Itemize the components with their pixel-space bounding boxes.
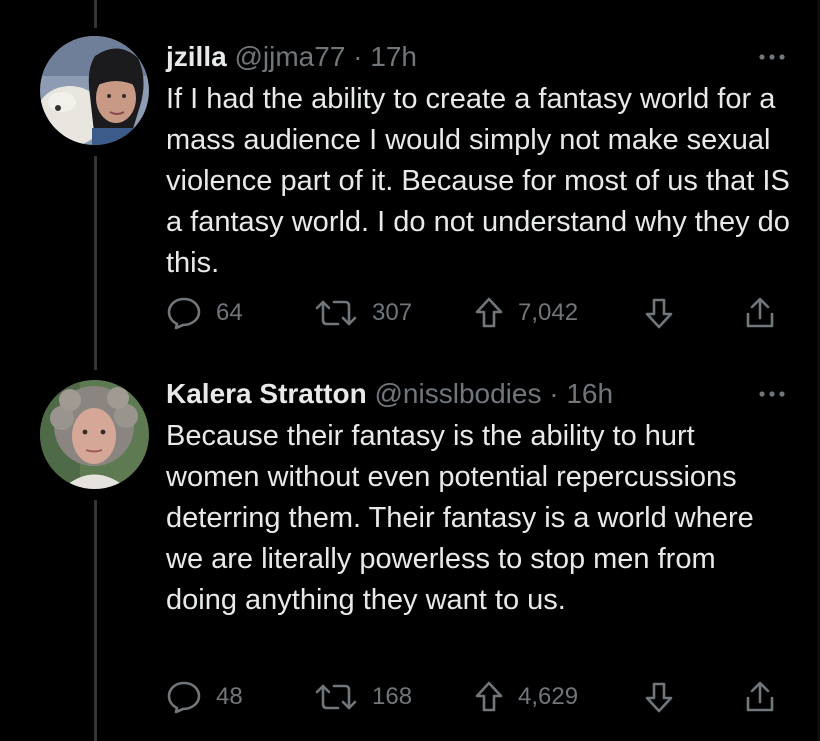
handle[interactable]: @jjma77	[234, 41, 345, 72]
timestamp[interactable]: 17h	[370, 41, 417, 72]
downvote-icon	[645, 682, 673, 713]
action-bar: 64 307 7,042	[166, 296, 776, 330]
share-button[interactable]	[744, 680, 776, 714]
reply-icon	[167, 681, 201, 714]
tweet[interactable]: jzilla @jjma77 · 17h If I had the abilit…	[0, 0, 820, 360]
separator: ·	[541, 378, 567, 409]
retweet-icon	[315, 684, 357, 710]
tweet-header: Kalera Stratton @nisslbodies · 16h	[166, 377, 790, 411]
downvote-icon	[645, 298, 673, 329]
reply-count: 64	[216, 299, 243, 326]
more-icon[interactable]	[754, 387, 790, 401]
tweet-text: If I had the ability to create a fantasy…	[166, 83, 790, 279]
retweet-icon	[315, 300, 357, 326]
downvote-button[interactable]	[644, 296, 674, 330]
upvote-count: 4,629	[518, 683, 579, 710]
avatar-woman-curly-hair-icon	[40, 380, 149, 489]
retweet-button[interactable]: 168	[314, 680, 412, 714]
avatar[interactable]	[40, 380, 149, 489]
timestamp[interactable]: 16h	[566, 378, 613, 409]
more-icon[interactable]	[754, 50, 790, 64]
retweet-count: 168	[372, 683, 413, 710]
handle[interactable]: @nisslbodies	[375, 378, 542, 409]
downvote-button[interactable]	[644, 680, 674, 714]
reply-icon	[167, 297, 201, 330]
action-bar: 48 168 4,629	[166, 680, 776, 714]
reply-count: 48	[216, 683, 243, 710]
retweet-button[interactable]: 307	[314, 296, 412, 330]
upvote-button[interactable]: 7,042	[474, 296, 578, 330]
tweet-header: jzilla @jjma77 · 17h	[166, 40, 790, 74]
display-name[interactable]: Kalera Stratton	[166, 378, 367, 409]
share-icon	[746, 681, 774, 712]
reply-button[interactable]: 64	[166, 296, 243, 330]
avatar-woman-with-dog-icon	[40, 36, 149, 145]
avatar[interactable]	[40, 36, 149, 145]
tweet[interactable]: Kalera Stratton @nisslbodies · 16h Becau…	[0, 360, 820, 741]
display-name[interactable]: jzilla	[166, 41, 227, 72]
upvote-icon	[475, 297, 503, 328]
tweet-text: Because their fantasy is the ability to …	[166, 420, 754, 616]
share-icon	[746, 297, 774, 328]
retweet-count: 307	[372, 299, 413, 326]
share-button[interactable]	[744, 296, 776, 330]
upvote-button[interactable]: 4,629	[474, 680, 578, 714]
upvote-icon	[475, 681, 503, 712]
upvote-count: 7,042	[518, 299, 579, 326]
reply-button[interactable]: 48	[166, 680, 243, 714]
separator: ·	[345, 41, 371, 72]
